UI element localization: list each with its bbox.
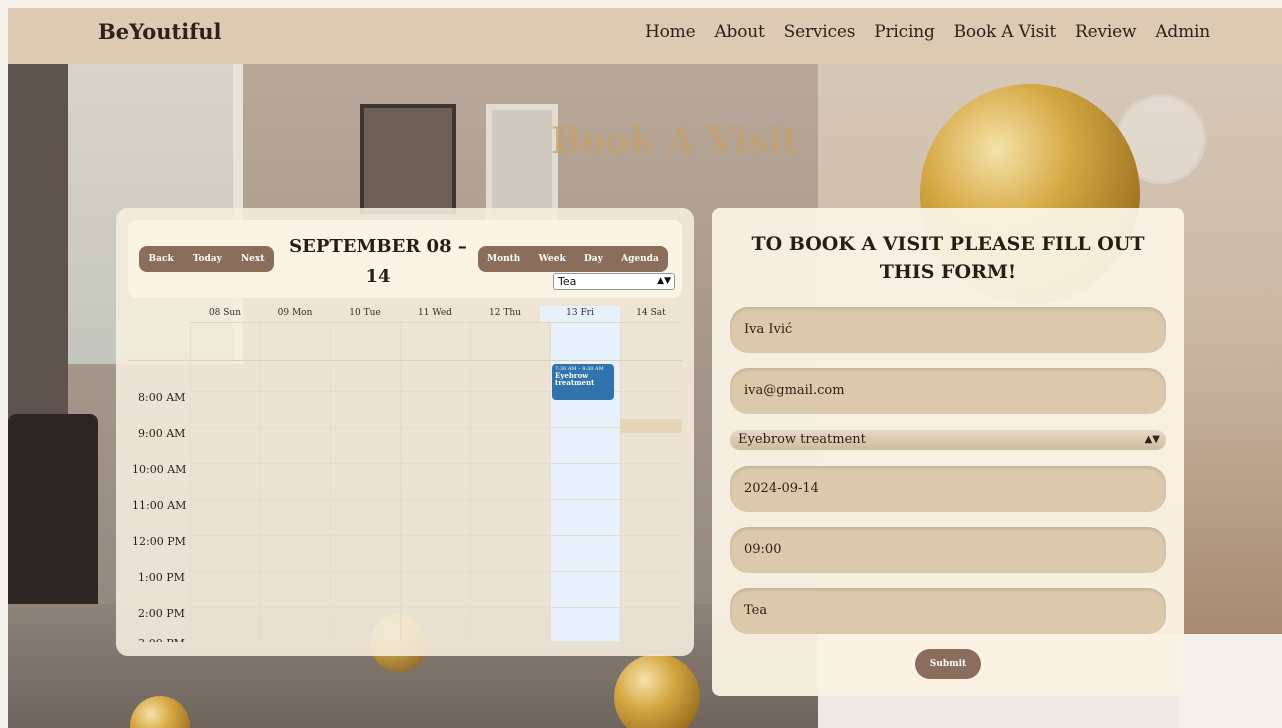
nav-links: Home About Services Pricing Book A Visit…: [645, 22, 1210, 42]
page-frame: BeYoutiful Home About Services Pricing B…: [8, 8, 1282, 728]
staff-field[interactable]: Tea: [730, 588, 1166, 634]
day-header-today[interactable]: 13 Fri: [540, 306, 620, 323]
nav-review[interactable]: Review: [1075, 22, 1137, 42]
time-label: 1:00 PM: [138, 571, 185, 584]
calendar-view-group: Month Week Day Agenda: [478, 246, 668, 272]
day-column[interactable]: [550, 323, 551, 641]
day-column[interactable]: [260, 323, 261, 641]
day-header[interactable]: 09 Mon: [260, 306, 330, 323]
month-view-button[interactable]: Month: [478, 254, 529, 264]
day-header[interactable]: 14 Sat: [620, 306, 682, 323]
hour-line: [190, 499, 682, 500]
time-field[interactable]: 09:00: [730, 527, 1166, 573]
bg-mirror: [360, 104, 456, 214]
today-button[interactable]: Today: [184, 254, 231, 264]
day-header[interactable]: 12 Thu: [470, 306, 540, 323]
nav-book-a-visit[interactable]: Book A Visit: [954, 22, 1057, 42]
day-header[interactable]: 08 Sun: [190, 306, 260, 323]
name-field[interactable]: Iva Ivić: [730, 307, 1166, 353]
day-column[interactable]: [400, 323, 401, 641]
hour-line: [190, 463, 682, 464]
back-button[interactable]: Back: [140, 254, 183, 264]
next-button[interactable]: Next: [232, 254, 273, 264]
time-label: 8:00 AM: [138, 391, 186, 404]
staff-filter-select[interactable]: Tea ▲▼: [553, 273, 675, 290]
bg-chair: [8, 414, 98, 614]
allday-divider: [128, 360, 682, 361]
nav-admin[interactable]: Admin: [1155, 22, 1210, 42]
time-label: 9:00 AM: [138, 427, 186, 440]
submit-button[interactable]: Submit: [915, 649, 981, 679]
day-column[interactable]: [470, 323, 471, 641]
event-name: Eyebrow treatment: [555, 371, 595, 387]
time-label: 12:00 PM: [132, 535, 186, 548]
service-select-value: Eyebrow treatment: [738, 432, 866, 447]
selected-slot[interactable]: [620, 419, 682, 433]
time-label: 10:00 AM: [132, 463, 187, 476]
day-column[interactable]: [330, 323, 331, 641]
top-nav: BeYoutiful Home About Services Pricing B…: [8, 8, 1282, 64]
nav-about[interactable]: About: [714, 22, 764, 42]
day-column[interactable]: [620, 323, 621, 641]
email-field[interactable]: iva@gmail.com: [730, 368, 1166, 414]
day-header[interactable]: 10 Tue: [330, 306, 400, 323]
agenda-view-button[interactable]: Agenda: [612, 254, 668, 264]
bg-right-far: [1178, 634, 1282, 728]
day-header[interactable]: 11 Wed: [400, 306, 470, 323]
time-label: 11:00 AM: [132, 499, 187, 512]
calendar-event[interactable]: 7:30 AM – 8:30 AM Eyebrow treatment: [552, 364, 614, 400]
calendar-range-title: SEPTEMBER 08 – 14: [289, 236, 467, 287]
form-title: TO BOOK A VISIT PLEASE FILL OUT THIS FOR…: [751, 233, 1145, 283]
calendar-nav-group: Back Today Next: [139, 246, 274, 272]
nav-home[interactable]: Home: [645, 22, 696, 42]
page-title: Book A Visit: [551, 120, 799, 162]
service-select[interactable]: Eyebrow treatment ▲▼: [730, 430, 1166, 450]
booking-form-card: TO BOOK A VISIT PLEASE FILL OUT THIS FOR…: [712, 208, 1184, 696]
time-label: 3:00 PM: [138, 637, 185, 642]
week-grid: 08 Sun 09 Mon 10 Tue 11 Wed 12 Thu 13 Fr…: [128, 306, 682, 642]
select-arrows-icon: ▲▼: [657, 276, 671, 286]
hour-line: [190, 607, 682, 608]
hour-line: [190, 535, 682, 536]
time-label: 2:00 PM: [138, 607, 185, 620]
staff-filter-value: Tea: [558, 275, 577, 288]
calendar-toolbar: Back Today Next SEPTEMBER 08 – 14 Month …: [128, 220, 682, 298]
nav-pricing[interactable]: Pricing: [874, 22, 935, 42]
select-arrows-icon: ▲▼: [1144, 434, 1160, 445]
logo[interactable]: BeYoutiful: [98, 19, 222, 44]
day-column[interactable]: [190, 323, 191, 641]
calendar-card: Back Today Next SEPTEMBER 08 – 14 Month …: [116, 208, 694, 656]
nav-services[interactable]: Services: [784, 22, 856, 42]
date-field[interactable]: 2024-09-14: [730, 466, 1166, 512]
hour-line: [190, 427, 682, 428]
hour-line: [190, 571, 682, 572]
day-view-button[interactable]: Day: [575, 254, 612, 264]
week-view-button[interactable]: Week: [530, 254, 575, 264]
